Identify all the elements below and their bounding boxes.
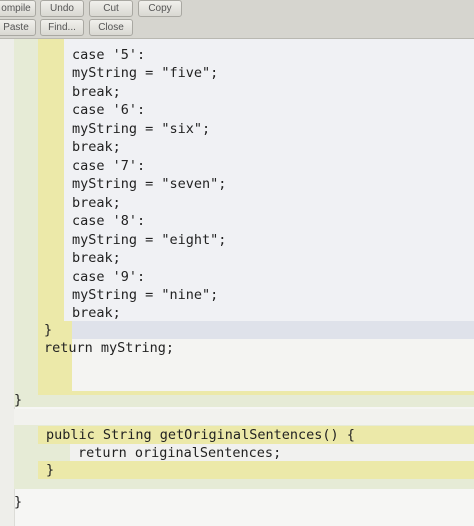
code-line: break; <box>72 250 121 266</box>
code-line: } <box>46 462 55 478</box>
code-line: myString = "seven"; <box>72 176 227 192</box>
code-editor[interactable]: case '5': myString = "five"; break; case… <box>0 39 474 526</box>
code-line: case '8': <box>72 213 146 229</box>
code-line: return originalSentences; <box>78 445 282 461</box>
code-line: case '6': <box>72 102 146 118</box>
code-line: } <box>14 392 23 408</box>
line-gutter <box>0 39 15 526</box>
copy-button[interactable]: Copy <box>138 0 182 17</box>
code-line: case '9': <box>72 269 146 285</box>
method-spacer <box>14 409 474 425</box>
code-line: case '7': <box>72 158 146 174</box>
code-line: myString = "five"; <box>72 65 219 81</box>
undo-button[interactable]: Undo <box>40 0 84 17</box>
paste-button[interactable]: Paste <box>0 19 36 36</box>
code-line: myString = "eight"; <box>72 232 227 248</box>
code-line: break; <box>72 139 121 155</box>
compile-button[interactable]: ompile <box>0 0 36 17</box>
code-line: break; <box>72 305 121 321</box>
switch-closing-blue <box>72 321 474 339</box>
code-line: } <box>14 494 23 510</box>
cut-button[interactable]: Cut <box>89 0 133 17</box>
code-line: public String getOriginalSentences() { <box>46 427 355 443</box>
close-button[interactable]: Close <box>89 19 133 36</box>
method-close-strip <box>38 461 474 479</box>
code-line: break; <box>72 195 121 211</box>
code-line: break; <box>72 84 121 100</box>
find-button[interactable]: Find... <box>40 19 84 36</box>
code-line: myString = "six"; <box>72 121 211 137</box>
code-line: } <box>44 322 53 338</box>
code-line: return myString; <box>44 340 175 356</box>
code-line: case '5': <box>72 47 146 63</box>
code-line: myString = "nine"; <box>72 287 219 303</box>
toolbar: ompile Undo Cut Copy Paste Find... Close <box>0 0 474 39</box>
